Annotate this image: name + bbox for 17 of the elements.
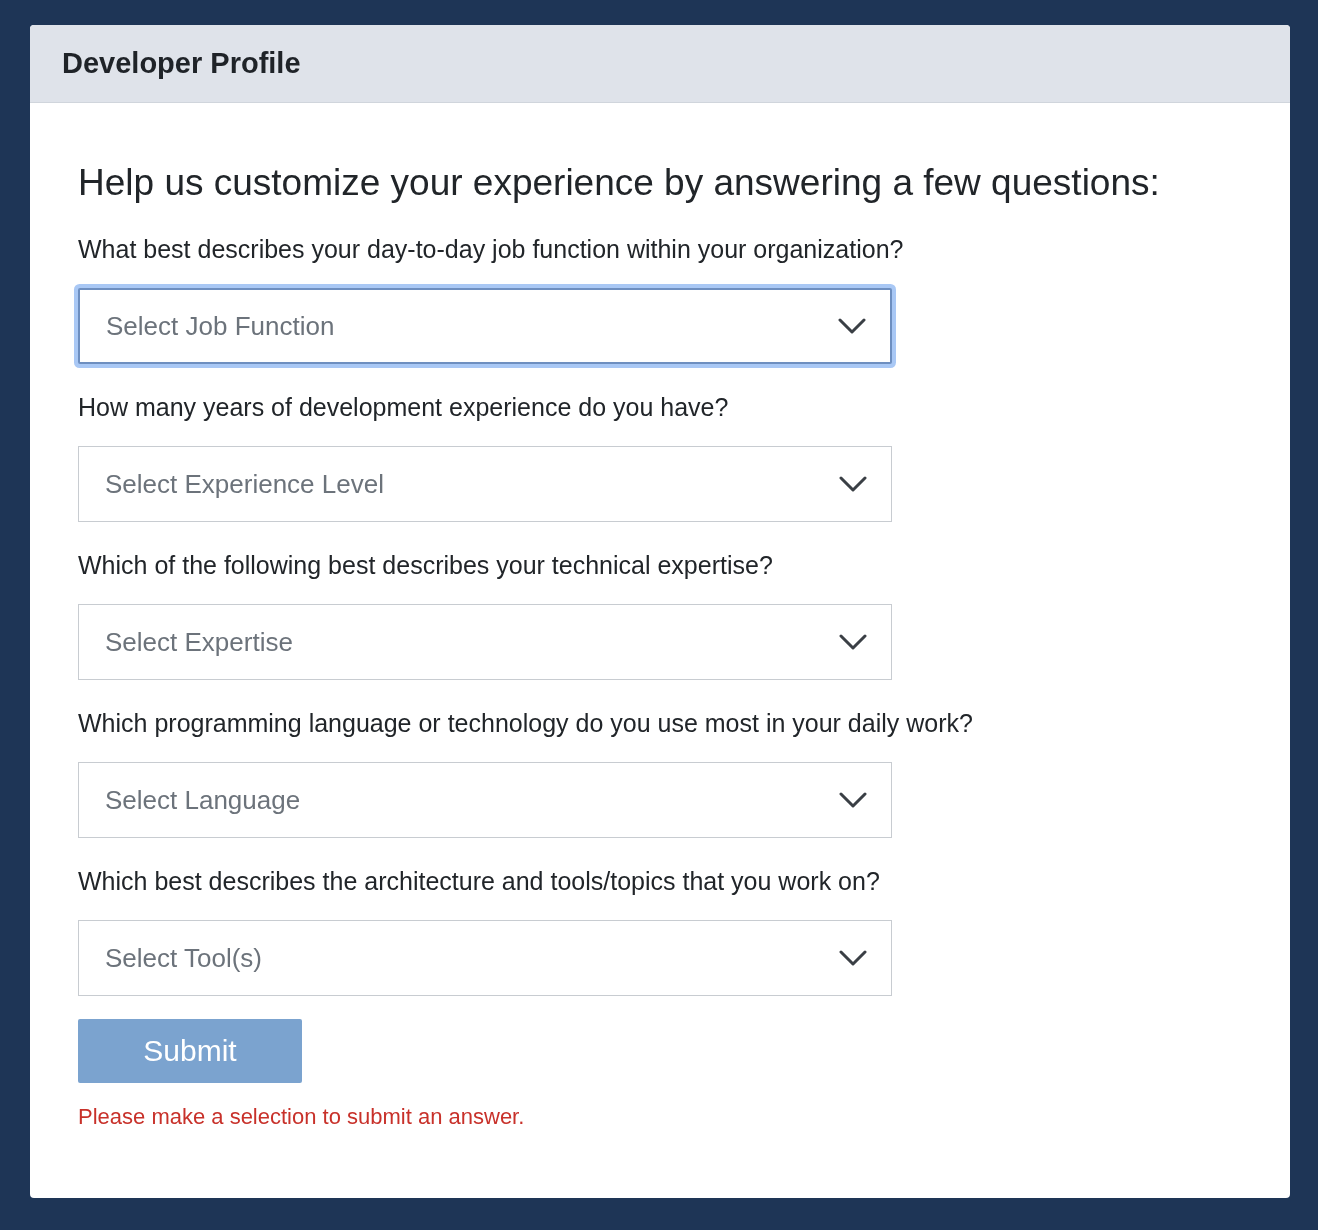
chevron-down-icon [839,634,867,650]
chevron-down-icon [839,950,867,966]
dropdown[interactable]: Select Expertise [78,604,892,680]
question-label: Which of the following best describes your technical expertise? [78,550,774,580]
question-label: What best describes your day-to-day job function within your organization? [78,234,905,264]
chevron-down-icon [838,318,866,334]
chevron-down-icon [839,792,867,808]
form-heading: Help us customize your experience by answering a few questions: [78,161,1161,205]
error-message: Please make a selection to submit an answer. [78,1103,526,1131]
question-label: Which programming language or technology do you use most in your daily work? [78,708,974,738]
question-label: How many years of development experience do you have? [78,392,730,422]
dropdown[interactable]: Select Language [78,762,892,838]
dropdown[interactable]: Select Tool(s) [78,920,892,996]
question-label: Which best describes the architecture and tools/topics that you work on? [78,866,881,896]
card-title: Developer Profile [62,47,301,80]
dropdown[interactable]: Select Experience Level [78,446,892,522]
chevron-down-icon [839,476,867,492]
